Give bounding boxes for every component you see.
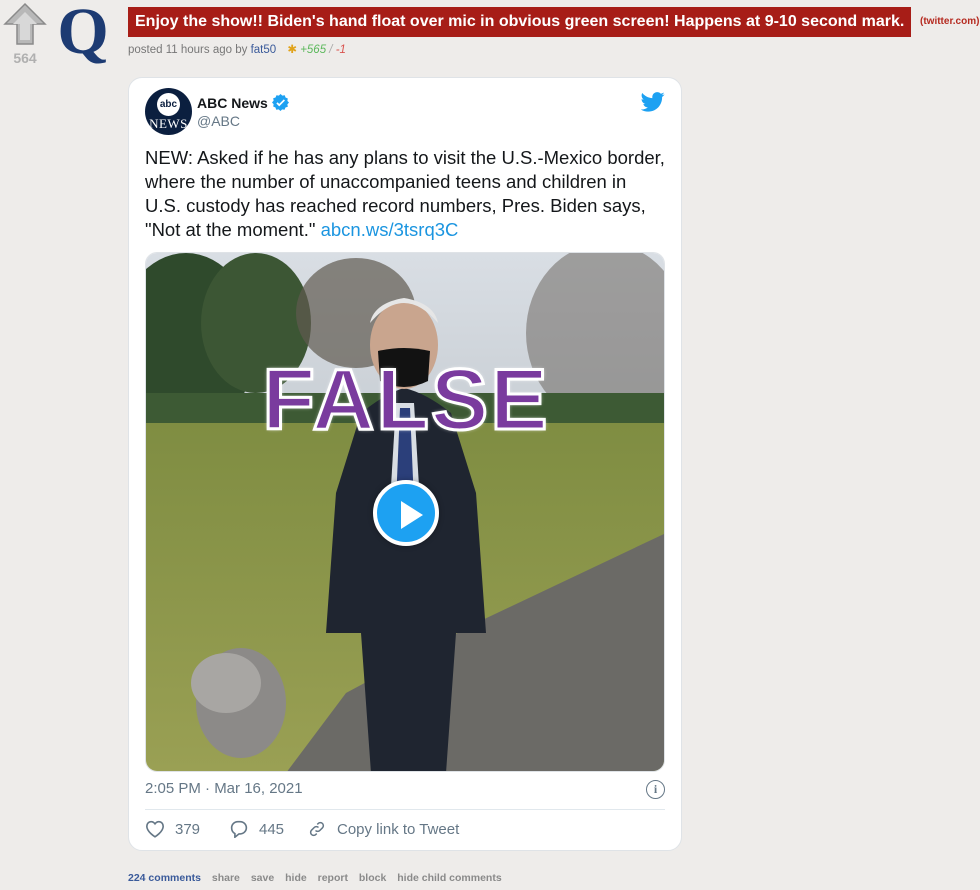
report-link[interactable]: report (318, 872, 348, 884)
copy-link-action[interactable]: Copy link to Tweet (307, 820, 459, 838)
downvote-count: -1 (335, 44, 346, 56)
tagline-prefix: posted 11 hours ago by (128, 44, 248, 56)
vote-column: 564 (0, 2, 50, 66)
tweet-text: NEW: Asked if he has any plans to visit … (145, 146, 665, 242)
tweet-timestamp[interactable]: 2:05 PM · Mar 16, 2021 (145, 780, 303, 797)
copy-link-label: Copy link to Tweet (337, 820, 460, 838)
author-link[interactable]: fat50 (251, 44, 277, 56)
hide-link[interactable]: hide (285, 872, 307, 884)
upvote-arrow-icon[interactable] (3, 2, 47, 46)
reply-count: 445 (259, 820, 285, 838)
link-icon (309, 821, 325, 837)
post-score: 564 (13, 50, 37, 66)
post-domain[interactable]: (twitter.com) (920, 16, 979, 27)
play-button[interactable] (373, 480, 439, 546)
pin-icon: ✱ (287, 44, 297, 56)
share-link[interactable]: share (212, 872, 240, 884)
reply-icon (230, 820, 248, 838)
tweet-divider (145, 809, 665, 810)
post-links: 224 comments share save hide report bloc… (128, 872, 510, 884)
account-handle[interactable]: @ABC (197, 113, 240, 129)
tweet-link[interactable]: abcn.ws/3tsrq3C (321, 219, 459, 240)
upvote-count: +565 (300, 44, 327, 56)
q-logo-icon: Q (57, 0, 109, 68)
verified-badge-icon (272, 94, 289, 111)
false-stamp: FALSE (261, 351, 550, 450)
reply-action[interactable]: 445 (229, 820, 284, 838)
post-tagline: posted 11 hours ago by fat50 ✱ +565 / -1 (128, 42, 346, 56)
comments-link[interactable]: 224 comments (128, 872, 201, 884)
tweet-embed: abc NEWS ABC News @ABC NEW: Asked if he … (128, 77, 682, 851)
like-count: 379 (175, 820, 201, 838)
save-link[interactable]: save (251, 872, 274, 884)
account-name[interactable]: ABC News (197, 95, 268, 111)
twitter-bird-icon[interactable] (641, 92, 665, 112)
avatar-abc-text: abc (157, 93, 180, 116)
info-icon[interactable]: i (646, 780, 665, 799)
vote-separator: / (329, 44, 333, 56)
tweet-video[interactable]: FALSE (145, 252, 665, 772)
like-action[interactable]: 379 (145, 820, 200, 838)
hide-child-comments-link[interactable]: hide child comments (397, 872, 501, 884)
post-title[interactable]: Enjoy the show!! Biden's hand float over… (128, 7, 912, 37)
avatar-news-text: NEWS (149, 116, 188, 131)
avatar[interactable]: abc NEWS (145, 88, 192, 135)
play-icon (401, 501, 423, 529)
heart-icon (145, 820, 165, 838)
block-link[interactable]: block (359, 872, 386, 884)
